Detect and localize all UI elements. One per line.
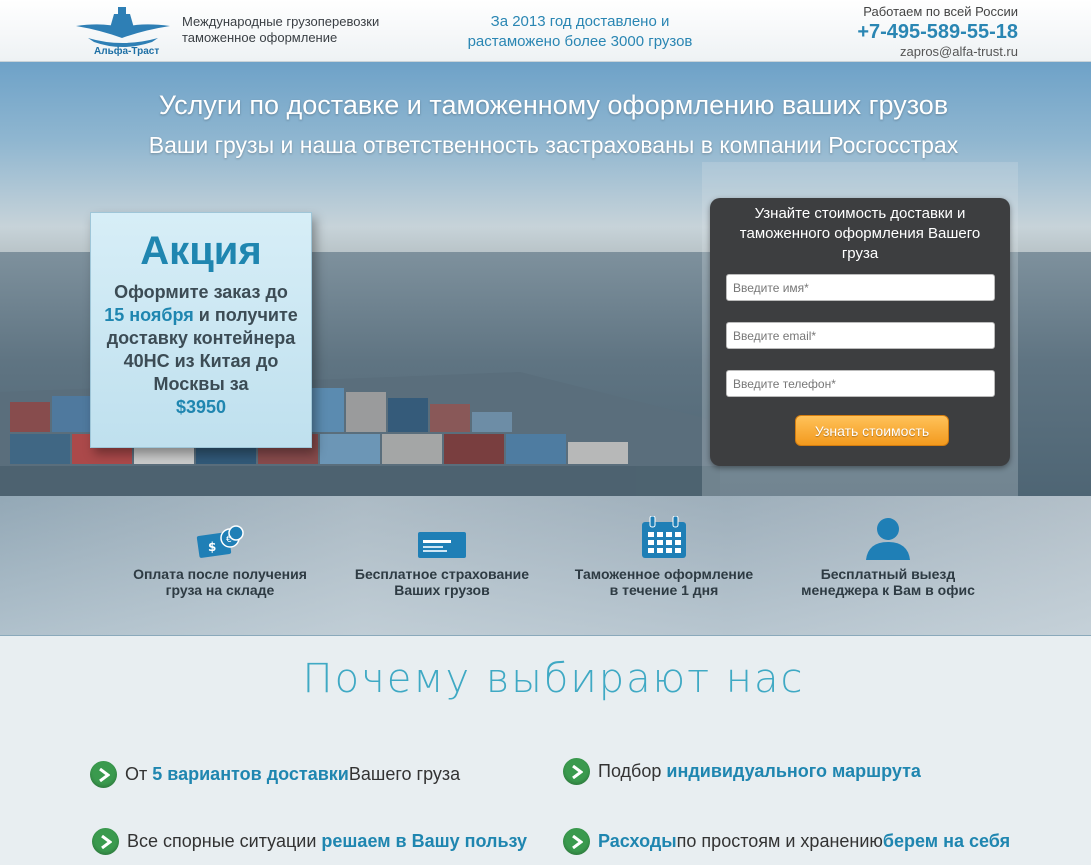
hero-section: Услуги по доставке и таможенному оформле…	[0, 62, 1091, 496]
tagline-line-1: Международные грузоперевозки	[182, 14, 380, 29]
feature-customs-line-2: в течение 1 дня	[609, 582, 719, 598]
feature-payment: $ € Оплата после получения груза на скла…	[120, 516, 320, 598]
why-item-3-bold: решаем в Вашу пользу	[321, 831, 528, 851]
quote-form: Узнайте стоимость доставки и таможенного…	[710, 198, 1010, 466]
why-item-4-bold2: берем на себя	[882, 831, 1011, 851]
feature-payment-line-1: Оплата после получения	[133, 566, 307, 582]
user-icon	[866, 518, 910, 560]
svg-text:€: €	[226, 535, 232, 545]
logo[interactable]: Альфа-Траст	[74, 4, 172, 60]
delivered-line-1: За 2013 год доставлено и	[490, 13, 670, 30]
contacts: Работаем по всей России +7-495-589-55-18…	[857, 4, 1018, 60]
calendar-icon	[642, 516, 686, 558]
why-item-1-post: Вашего груза	[348, 764, 461, 784]
why-item-4: Расходы по простоям и хранению берем на …	[563, 828, 1010, 855]
feature-manager: Бесплатный выезд менеджера к Вам в офис	[788, 516, 988, 598]
delivered-line-2: растаможено более 3000 грузов	[467, 33, 693, 50]
check-circle-icon	[92, 828, 119, 855]
why-item-1-pre: От	[125, 764, 148, 784]
check-circle-icon	[90, 761, 117, 788]
feature-insurance-line-2: Ваших грузов	[394, 582, 490, 598]
tagline: Международные грузоперевозки таможенное …	[182, 14, 379, 46]
tagline-line-2: таможенное оформление	[182, 30, 338, 45]
work-area: Работаем по всей России	[863, 4, 1018, 19]
feature-manager-line-2: менеджера к Вам в офис	[801, 582, 975, 598]
feature-payment-line-2: груза на складе	[165, 582, 275, 598]
promo-text-1: Оформите заказ до	[114, 282, 288, 302]
promo-title: Акция	[140, 229, 262, 273]
feature-manager-line-1: Бесплатный выезд	[820, 566, 956, 582]
features-strip: $ € Оплата после получения груза на скла…	[0, 496, 1091, 636]
get-price-button[interactable]: Узнать стоимость	[795, 415, 949, 446]
svg-text:$: $	[208, 540, 216, 554]
phone-input[interactable]	[726, 370, 995, 397]
form-title: Узнайте стоимость доставки и таможенного…	[739, 205, 981, 262]
feature-customs-line-1: Таможенное оформление	[574, 566, 754, 582]
why-item-2-bold: индивидуального маршрута	[666, 761, 921, 781]
why-item-4-bold: Расходы	[598, 831, 677, 851]
feature-insurance-line-1: Бесплатное страхование	[354, 566, 530, 582]
logo-text: Альфа-Траст	[94, 46, 160, 57]
site-header: Альфа-Траст Международные грузоперевозки…	[0, 0, 1091, 62]
why-item-1-bold: 5 вариантов доставки	[152, 764, 349, 784]
hero-subtitle: Ваши грузы и наша ответственность застра…	[148, 132, 959, 158]
why-item-2: Подбор индивидуального маршрута	[563, 758, 921, 785]
why-title: Почему выбирают нас	[302, 656, 805, 702]
promo-price: $3950	[175, 397, 227, 417]
check-circle-icon	[563, 758, 590, 785]
promo-date: 15 ноября	[104, 305, 194, 325]
feature-insurance: Бесплатное страхование Ваших грузов	[342, 516, 542, 598]
name-input[interactable]	[726, 274, 995, 301]
why-item-3-pre: Все спорные ситуации	[127, 831, 317, 851]
why-item-4-post: по простоям и хранению	[676, 831, 883, 851]
phone-number[interactable]: +7-495-589-55-18	[857, 20, 1018, 44]
why-item-3: Все спорные ситуации решаем в Вашу польз…	[92, 828, 527, 855]
why-item-1: От 5 вариантов доставки Вашего груза	[90, 761, 460, 788]
email-input[interactable]	[726, 322, 995, 349]
promo-card: Акция Оформите заказ до 15 ноября и полу…	[90, 212, 312, 448]
money-icon: $ €	[196, 525, 244, 558]
delivered-stat: За 2013 год доставлено и растаможено бол…	[440, 12, 720, 52]
email-link[interactable]: zapros@alfa-trust.ru	[857, 44, 1018, 60]
check-circle-icon	[563, 828, 590, 855]
promo-body: Оформите заказ до 15 ноября и получите д…	[91, 281, 311, 419]
feature-customs: Таможенное оформление в течение 1 дня	[564, 516, 764, 598]
why-item-2-pre: Подбор	[598, 761, 662, 781]
hero-title: Услуги по доставке и таможенному оформле…	[158, 90, 949, 120]
card-icon	[418, 532, 466, 558]
ship-logo-icon	[76, 7, 170, 47]
